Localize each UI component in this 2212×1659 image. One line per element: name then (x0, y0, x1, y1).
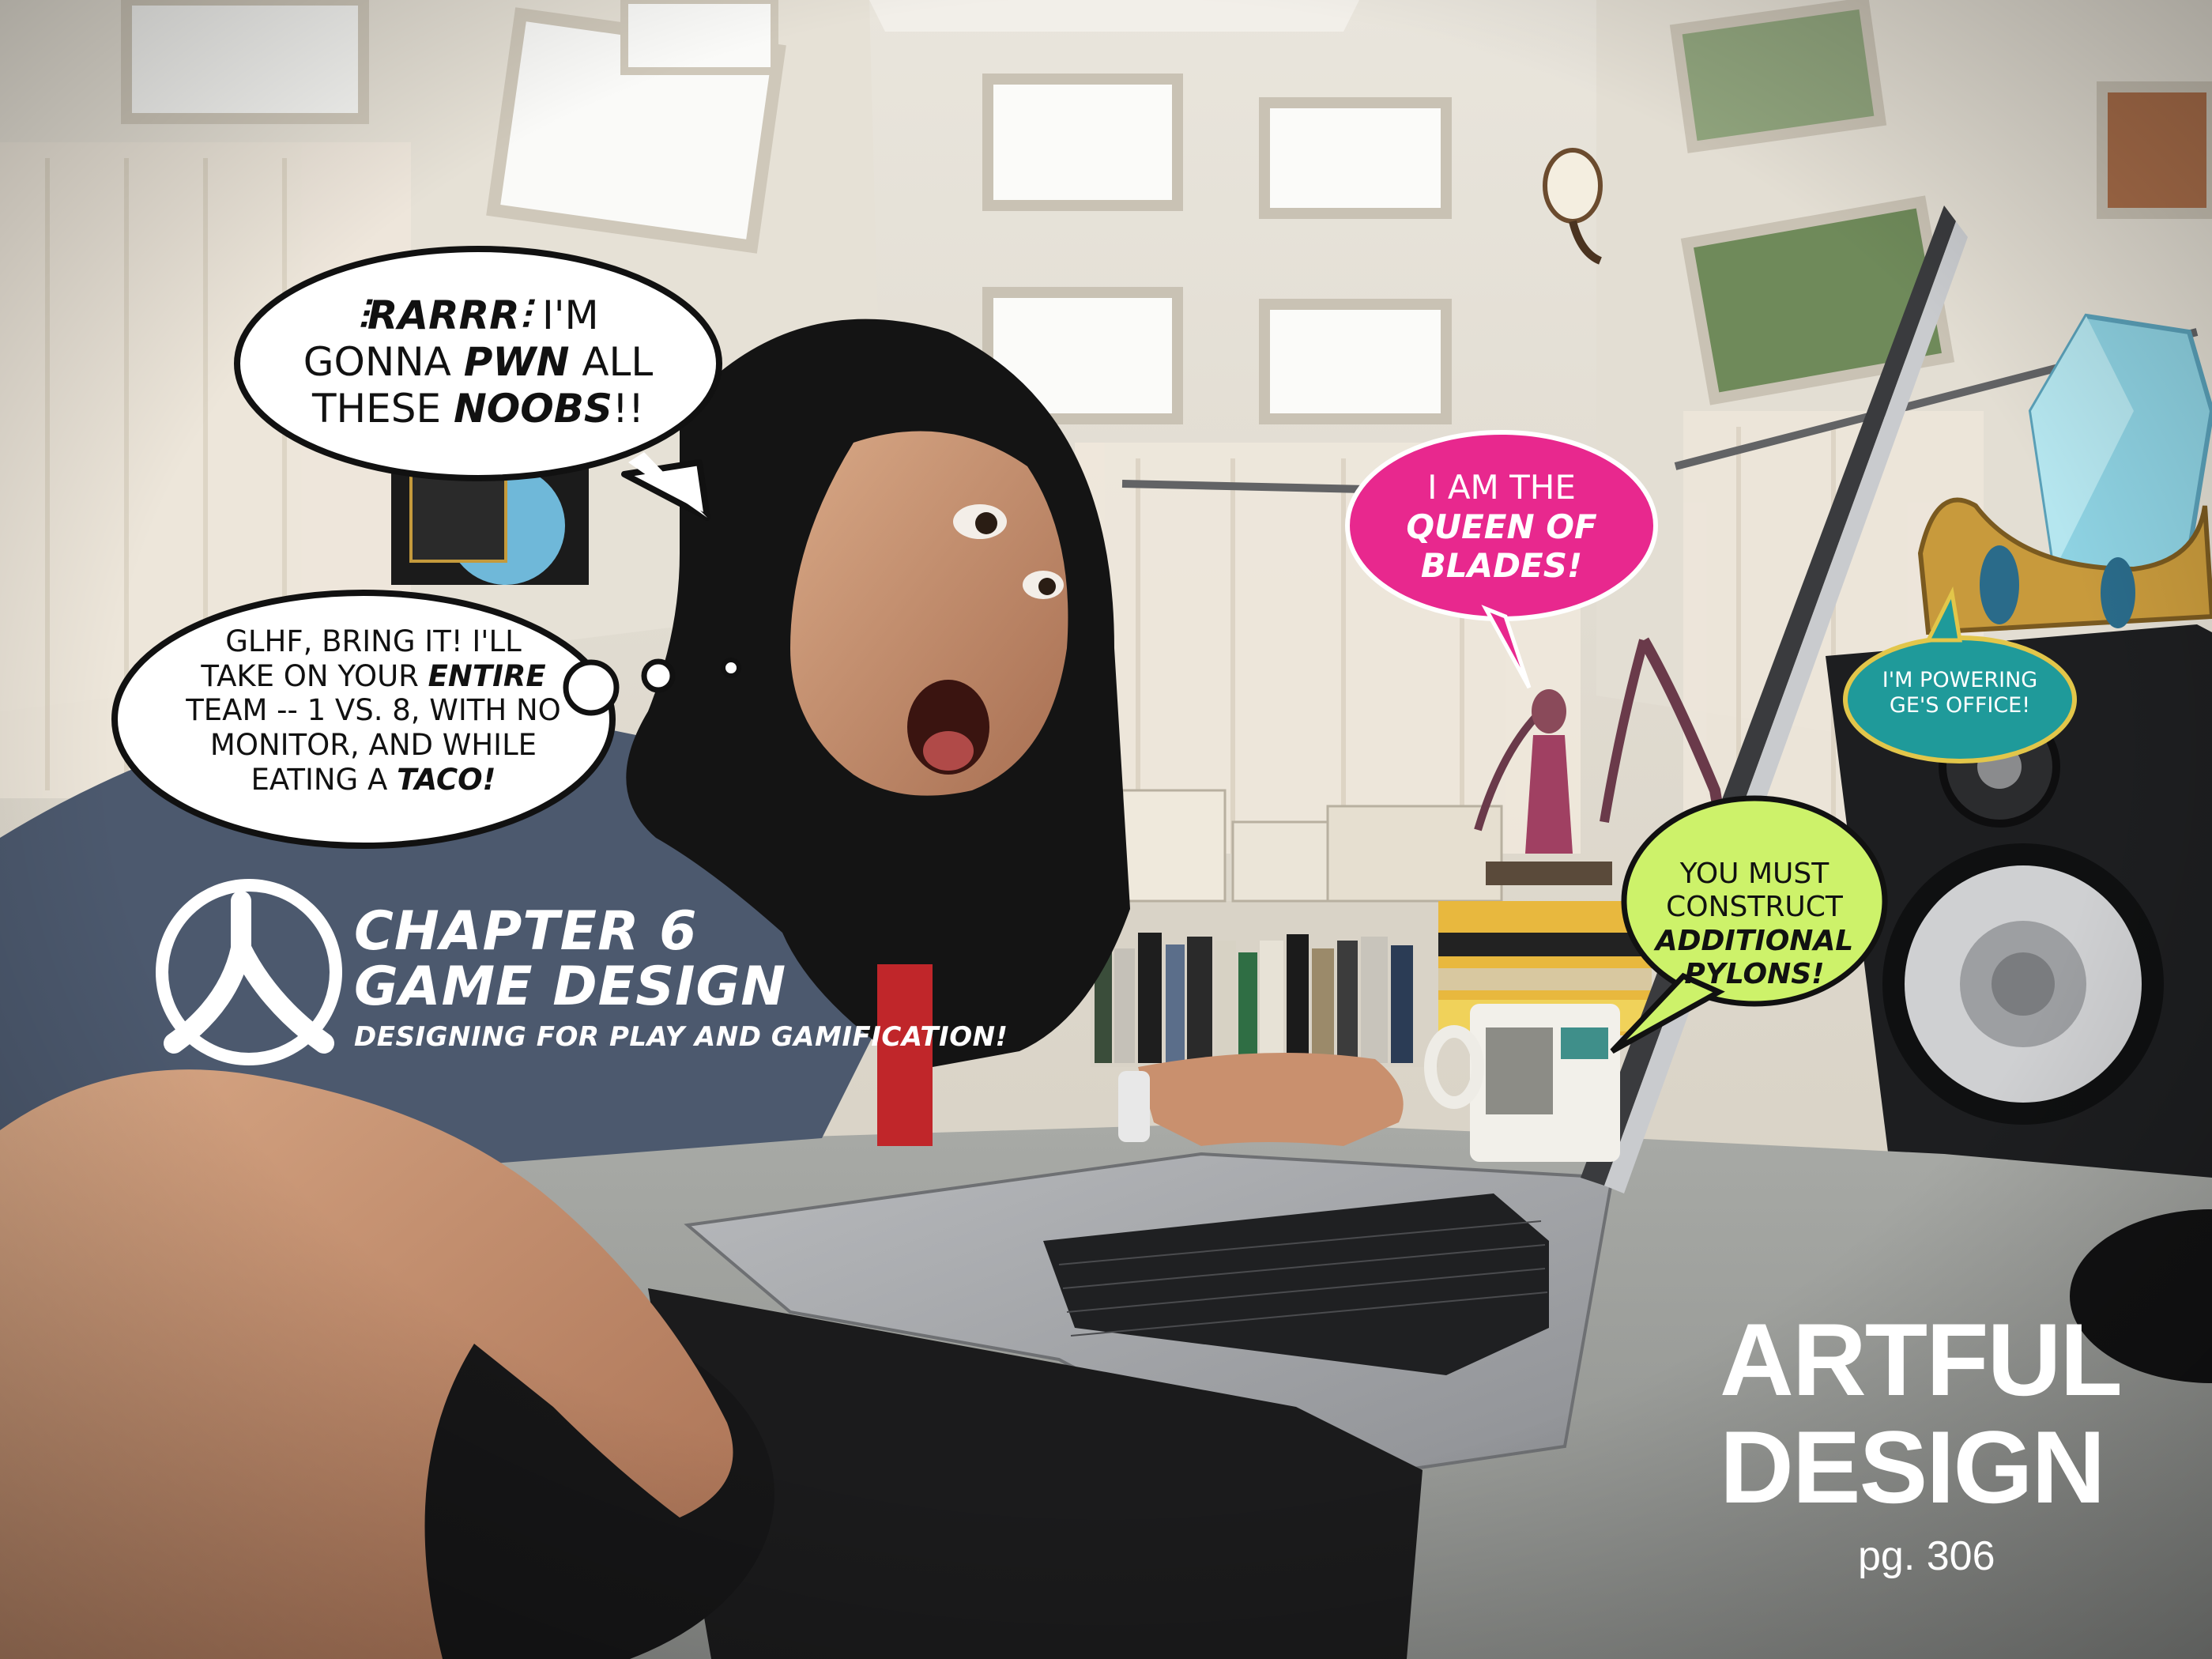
rarr-line2-pre: GONNA (303, 339, 451, 385)
chapter-number: CHAPTER 6 (354, 900, 698, 963)
pylons-line3: ADDITIONAL (1655, 924, 1854, 957)
powering-bubble-text: I'M POWERING GE'S OFFICE! (1861, 668, 2059, 718)
pylons-bubble-text: YOU MUST CONSTRUCT ADDITIONAL PYLONS! (1628, 858, 1881, 992)
queen-line2: QUEEN OF (1406, 507, 1597, 546)
pylons-line2: CONSTRUCT (1666, 891, 1843, 924)
rarr-line3-bold: NOOBS (453, 386, 612, 432)
pylons-line4: PYLONS! (1684, 958, 1825, 991)
subtitle-play: PLAY (609, 1021, 685, 1054)
brand-word-artful: ARTFUL (1720, 1302, 2123, 1417)
brand-word-design: DESIGN (1720, 1409, 2105, 1525)
subtitle-pre: DESIGNING FOR (354, 1021, 600, 1054)
queen-bubble-text: I AM THE QUEEN OF BLADES! (1359, 468, 1644, 586)
glhf-line2-pre: TAKE ON YOUR (201, 658, 419, 693)
glhf-line4: MONITOR, AND WHILE (209, 727, 537, 762)
rarr-line3-post: !! (612, 386, 645, 432)
glhf-line3: TEAM -- 1 VS. 8, WITH NO (186, 693, 561, 728)
rarr-line3-pre: THESE (311, 386, 442, 432)
queen-line1: I AM THE (1427, 468, 1576, 507)
subtitle-gamification: GAMIFICATION! (771, 1021, 1008, 1054)
glhf-line5-bold: TACO! (397, 762, 496, 797)
queen-line3: BLADES! (1420, 546, 1583, 586)
chapter-title-block: CHAPTER 6 GAME DESIGN DESIGNING FOR PLAY… (354, 900, 1008, 1054)
powering-line1: I'M POWERING (1882, 668, 2038, 692)
glhf-bubble-text: GLHF, BRING IT! I'LL TAKE ON YOUR ENTIRE… (154, 624, 593, 797)
rarr-line2-bold: PWN (463, 339, 570, 385)
artful-design-logo: ARTFUL DESIGN pg. 306 (1720, 1308, 2131, 1580)
pylons-line1: YOU MUST (1679, 858, 1830, 890)
chapter-subtitle: DESIGNING FOR PLAY AND GAMIFICATION! (354, 1021, 1008, 1053)
glhf-line5-pre: EATING A (251, 762, 388, 797)
rarr-line2-post: ALL (582, 339, 654, 385)
glhf-line1: GLHF, BRING IT! I'LL (225, 624, 522, 658)
rarr-line1-bold: ⫶RARRR⫶ (357, 292, 530, 338)
glhf-line2-bold: ENTIRE (428, 658, 546, 693)
subtitle-and: AND (694, 1021, 762, 1054)
chapter-title: GAME DESIGN (354, 956, 787, 1018)
rarr-line1-rest: I'M (541, 292, 599, 338)
page-number: pg. 306 (1858, 1533, 1995, 1579)
powering-line2: GE'S OFFICE! (1889, 692, 2031, 718)
photo-stage: ⫶RARRR⫶ I'M GONNA PWN ALL THESE NOOBS!! … (0, 0, 2212, 1659)
rarr-bubble-text: ⫶RARRR⫶ I'M GONNA PWN ALL THESE NOOBS!! (273, 292, 684, 432)
